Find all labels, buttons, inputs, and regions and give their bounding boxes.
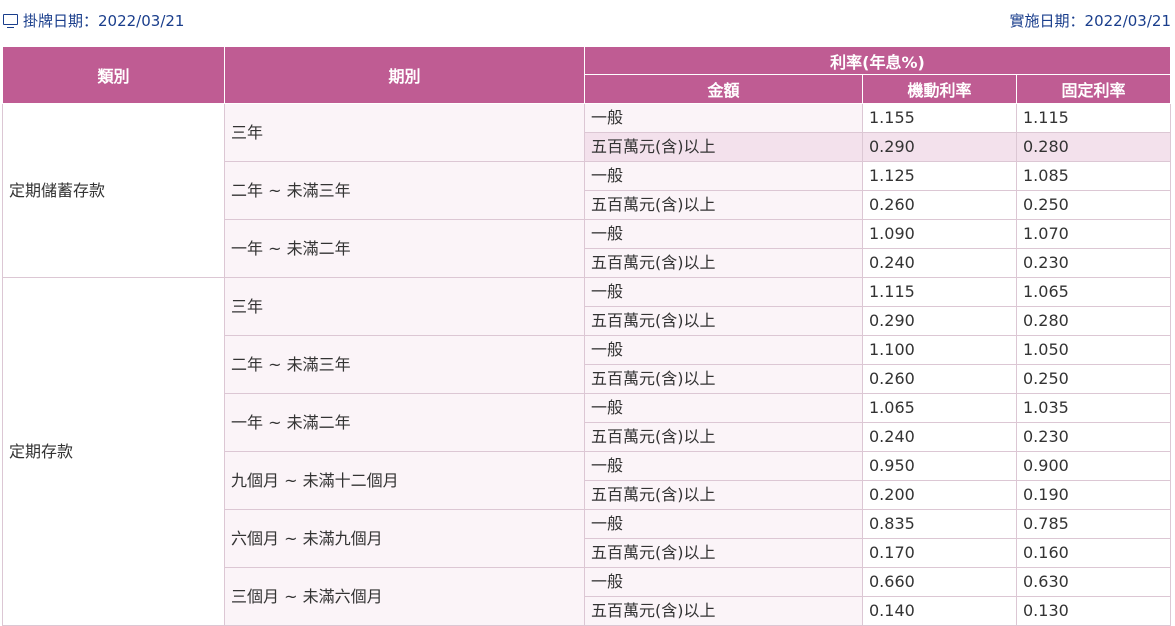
floating-rate-cell: 0.240	[862, 422, 1017, 452]
floating-rate-cell: 0.170	[862, 538, 1017, 568]
amount-cell: 一般	[584, 335, 863, 365]
floating-rate-cell: 0.660	[862, 567, 1017, 597]
fixed-rate-cell: 0.250	[1016, 190, 1171, 220]
header-category: 類別	[2, 46, 225, 104]
amount-cell: 五百萬元(含)以上	[584, 364, 863, 394]
header-amount: 金額	[584, 74, 863, 104]
interest-rate-table: 類別 期別 利率(年息%) 金額 機動利率 固定利率 定期儲蓄存款 三年 一般 1.1…	[2, 46, 1171, 626]
period-cell: 二年 ~ 未滿三年	[224, 161, 585, 220]
period-cell: 三個月 ~ 未滿六個月	[224, 567, 585, 626]
floating-rate-cell: 1.090	[862, 219, 1017, 249]
amount-cell: 一般	[584, 103, 863, 133]
fixed-rate-cell: 0.130	[1016, 596, 1171, 626]
fixed-rate-cell: 0.280	[1016, 132, 1171, 162]
fixed-rate-cell: 1.070	[1016, 219, 1171, 249]
effective-date: 實施日期：2022/03/21	[1010, 10, 1171, 31]
listing-date: 掛牌日期：2022/03/21	[3, 10, 184, 31]
header-floating-rate: 機動利率	[862, 74, 1017, 104]
fixed-rate-cell: 0.160	[1016, 538, 1171, 568]
amount-cell: 一般	[584, 161, 863, 191]
fixed-rate-cell: 0.250	[1016, 364, 1171, 394]
amount-cell: 一般	[584, 509, 863, 539]
period-cell: 一年 ~ 未滿二年	[224, 393, 585, 452]
category-cell: 定期存款	[2, 277, 225, 626]
floating-rate-cell: 1.155	[862, 103, 1017, 133]
fixed-rate-cell: 1.065	[1016, 277, 1171, 307]
fixed-rate-cell: 0.190	[1016, 480, 1171, 510]
amount-cell: 一般	[584, 219, 863, 249]
floating-rate-cell: 0.200	[862, 480, 1017, 510]
fixed-rate-cell: 1.115	[1016, 103, 1171, 133]
table-row: 定期儲蓄存款 三年 一般 1.155 1.115	[2, 103, 1171, 278]
fixed-rate-cell: 0.785	[1016, 509, 1171, 539]
floating-rate-cell: 0.240	[862, 248, 1017, 278]
amount-cell: 五百萬元(含)以上	[584, 248, 863, 278]
table-row: 定期存款 三年 一般 1.115 1.065	[2, 277, 1171, 626]
floating-rate-cell: 1.115	[862, 277, 1017, 307]
amount-cell: 五百萬元(含)以上	[584, 190, 863, 220]
floating-rate-cell: 0.260	[862, 190, 1017, 220]
amount-cell: 一般	[584, 277, 863, 307]
floating-rate-cell: 0.260	[862, 364, 1017, 394]
floating-rate-cell: 0.290	[862, 132, 1017, 162]
amount-cell: 一般	[584, 393, 863, 423]
amount-cell: 五百萬元(含)以上	[584, 306, 863, 336]
amount-cell: 五百萬元(含)以上	[584, 422, 863, 452]
amount-cell: 五百萬元(含)以上	[584, 596, 863, 626]
header-rate-group: 利率(年息%)	[584, 46, 1171, 75]
fixed-rate-cell: 1.035	[1016, 393, 1171, 423]
fixed-rate-cell: 1.050	[1016, 335, 1171, 365]
amount-cell: 一般	[584, 567, 863, 597]
amount-cell: 五百萬元(含)以上	[584, 132, 863, 162]
period-cell: 二年 ~ 未滿三年	[224, 335, 585, 394]
fixed-rate-cell: 1.085	[1016, 161, 1171, 191]
category-cell: 定期儲蓄存款	[2, 103, 225, 278]
fixed-rate-cell: 0.230	[1016, 248, 1171, 278]
amount-cell: 五百萬元(含)以上	[584, 480, 863, 510]
period-cell: 一年 ~ 未滿二年	[224, 219, 585, 278]
period-cell: 三年	[224, 103, 585, 162]
amount-cell: 五百萬元(含)以上	[584, 538, 863, 568]
floating-rate-cell: 0.950	[862, 451, 1017, 481]
floating-rate-cell: 1.065	[862, 393, 1017, 423]
header-fixed-rate: 固定利率	[1016, 74, 1171, 104]
date-bar: 掛牌日期：2022/03/21 實施日期：2022/03/21	[0, 0, 1175, 40]
period-cell: 六個月 ~ 未滿九個月	[224, 509, 585, 568]
floating-rate-cell: 1.100	[862, 335, 1017, 365]
fixed-rate-cell: 0.630	[1016, 567, 1171, 597]
effective-date-label: 實施日期：2022/03/21	[1009, 12, 1171, 30]
amount-cell: 一般	[584, 451, 863, 481]
header-period: 期別	[224, 46, 585, 104]
floating-rate-cell: 0.140	[862, 596, 1017, 626]
listing-date-label: 掛牌日期：2022/03/21	[23, 12, 185, 30]
fixed-rate-cell: 0.280	[1016, 306, 1171, 336]
rate-table-body: 定期儲蓄存款 三年 一般 1.155 1.115 五百萬元(含)以上 0.290 0.280 二…	[2, 103, 1171, 626]
floating-rate-cell: 0.835	[862, 509, 1017, 539]
period-cell: 九個月 ~ 未滿十二個月	[224, 451, 585, 510]
period-cell: 三年	[224, 277, 585, 336]
fixed-rate-cell: 0.230	[1016, 422, 1171, 452]
floating-rate-cell: 1.125	[862, 161, 1017, 191]
monitor-icon	[3, 14, 18, 28]
fixed-rate-cell: 0.900	[1016, 451, 1171, 481]
floating-rate-cell: 0.290	[862, 306, 1017, 336]
